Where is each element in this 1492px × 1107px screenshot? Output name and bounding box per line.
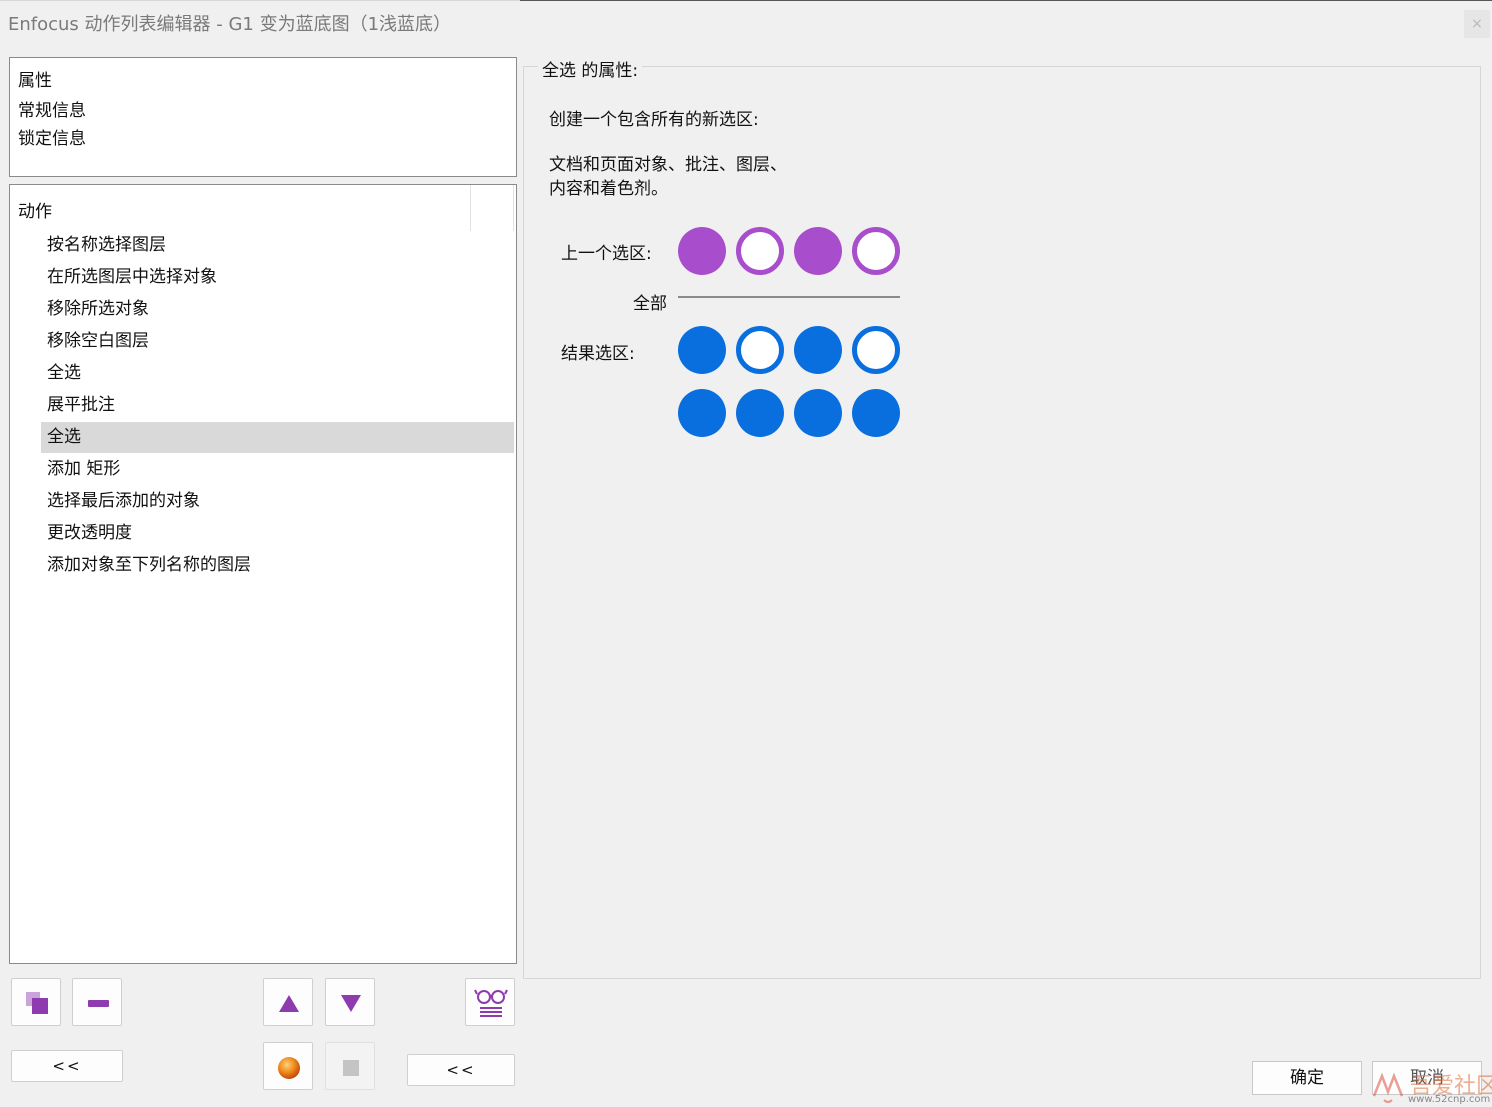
- previous-selection-circle: [678, 227, 726, 275]
- result-selection-circle: [852, 389, 900, 437]
- previous-selection-circle: [794, 227, 842, 275]
- record-icon: [278, 1057, 300, 1079]
- properties-panel: 属性 常规信息 锁定信息: [9, 57, 517, 177]
- operation-label: 全部: [633, 294, 667, 314]
- result-selection-circle: [852, 326, 900, 374]
- result-selection-circle: [736, 326, 784, 374]
- action-item-select-objects-in-layers[interactable]: 在所选图层中选择对象: [41, 262, 514, 293]
- move-up-icon: [279, 995, 299, 1012]
- action-item-select-all-selected[interactable]: 全选: [41, 422, 514, 453]
- stop-icon: [343, 1060, 359, 1076]
- description-line-1: 文档和页面对象、批注、图层、: [549, 155, 787, 175]
- props-item-attributes[interactable]: 属性: [18, 66, 52, 91]
- action-item-remove-selected[interactable]: 移除所选对象: [41, 294, 514, 325]
- glasses-list-icon: [474, 989, 508, 1017]
- props-item-general-info[interactable]: 常规信息: [18, 96, 86, 121]
- stop-button[interactable]: [325, 1042, 375, 1090]
- record-button[interactable]: [263, 1042, 313, 1090]
- previous-selection-label: 上一个选区:: [561, 244, 652, 264]
- action-item-add-rectangle[interactable]: 添加 矩形: [41, 454, 514, 485]
- action-item-select-all[interactable]: 全选: [41, 358, 514, 389]
- result-selection-label: 结果选区:: [561, 344, 635, 364]
- operation-divider: [678, 296, 900, 298]
- action-item-change-transparency[interactable]: 更改透明度: [41, 518, 514, 549]
- column-divider: [470, 185, 471, 231]
- move-down-icon: [341, 995, 361, 1012]
- props-item-lock-info[interactable]: 锁定信息: [18, 124, 86, 149]
- previous-selection-circle: [736, 227, 784, 275]
- action-item-select-layer-by-name[interactable]: 按名称选择图层: [41, 230, 514, 261]
- previous-selection-circle: [852, 227, 900, 275]
- result-selection-circle: [794, 389, 842, 437]
- remove-icon: [88, 1000, 109, 1007]
- move-up-button[interactable]: [263, 978, 313, 1026]
- remove-button[interactable]: [72, 978, 122, 1026]
- collapse-mid-button[interactable]: <<: [407, 1054, 515, 1086]
- description-detail: 文档和页面对象、批注、图层、 内容和着色剂。: [549, 153, 787, 201]
- action-item-flatten-annotations[interactable]: 展平批注: [41, 390, 514, 421]
- group-title: 全选 的属性:: [538, 56, 643, 81]
- close-button[interactable]: ×: [1464, 10, 1490, 38]
- result-selection-circle: [678, 389, 726, 437]
- actions-header: 动作: [18, 202, 52, 222]
- duplicate-button[interactable]: [11, 978, 61, 1026]
- watermark-url: www.52cnp.com: [1408, 1094, 1491, 1105]
- title-bar-accent-line: [520, 0, 1492, 1]
- collapse-left-button[interactable]: <<: [11, 1050, 123, 1082]
- move-down-button[interactable]: [325, 978, 375, 1026]
- action-item-remove-empty-layers[interactable]: 移除空白图层: [41, 326, 514, 357]
- inspect-list-button[interactable]: [465, 978, 515, 1026]
- title-bar: Enfocus 动作列表编辑器 - G1 变为蓝底图（1浅蓝底） ×: [0, 0, 1492, 44]
- action-item-select-last-added[interactable]: 选择最后添加的对象: [41, 486, 514, 517]
- ok-button[interactable]: 确定: [1252, 1061, 1362, 1095]
- duplicate-icon: [26, 992, 48, 1014]
- result-selection-circle: [678, 326, 726, 374]
- description-text: 创建一个包含所有的新选区:: [549, 110, 759, 130]
- properties-group-box: [523, 66, 1481, 979]
- column-divider: [513, 185, 514, 231]
- action-item-add-to-named-layer[interactable]: 添加对象至下列名称的图层: [41, 550, 514, 581]
- actions-list-panel: 动作 按名称选择图层 在所选图层中选择对象 移除所选对象 移除空白图层 全选 展…: [9, 184, 517, 964]
- result-selection-circle: [736, 389, 784, 437]
- window-title: Enfocus 动作列表编辑器 - G1 变为蓝底图（1浅蓝底）: [8, 14, 452, 35]
- description-line-2: 内容和着色剂。: [549, 179, 668, 199]
- result-selection-circle: [794, 326, 842, 374]
